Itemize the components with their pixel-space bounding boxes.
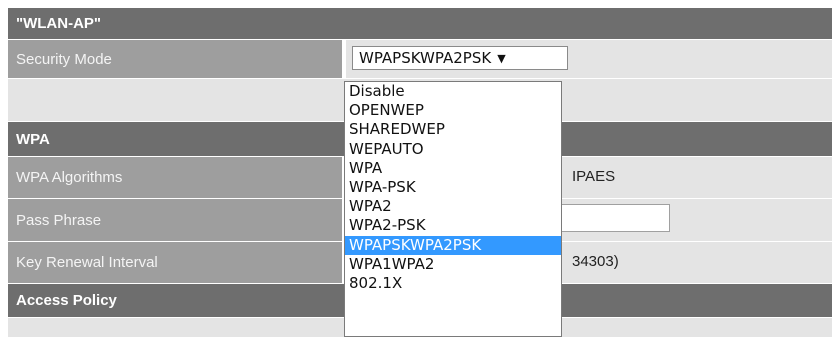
security-mode-dropdown-list: Disable OPENWEP SHAREDWEP WEPAUTO WPA WP…: [344, 81, 562, 337]
security-mode-label: Security Mode: [8, 40, 342, 78]
wlan-ap-title: "WLAN-AP": [16, 15, 102, 32]
option-wpa1wpa2[interactable]: WPA1WPA2: [345, 255, 561, 274]
option-wpa[interactable]: WPA: [345, 159, 561, 178]
option-disable[interactable]: Disable: [345, 82, 561, 101]
option-8021x[interactable]: 802.1X: [345, 274, 561, 293]
option-wepauto[interactable]: WEPAUTO: [345, 140, 561, 159]
option-wpa2[interactable]: WPA2: [345, 197, 561, 216]
chevron-down-icon: ▼: [497, 51, 506, 65]
option-wpa2-psk[interactable]: WPA2-PSK: [345, 216, 561, 235]
security-mode-select[interactable]: WPAPSKWPA2PSK ▼: [352, 46, 568, 70]
wpa-algorithms-label: WPA Algorithms: [8, 157, 342, 198]
key-renewal-label: Key Renewal Interval: [8, 242, 342, 283]
pass-phrase-label: Pass Phrase: [8, 199, 342, 241]
option-openwep[interactable]: OPENWEP: [345, 101, 561, 120]
security-mode-selected-value: WPAPSKWPA2PSK: [359, 49, 492, 67]
wlan-ap-header: "WLAN-AP": [8, 8, 832, 39]
key-renewal-partial-value: 34303): [572, 253, 619, 270]
wpa-algorithms-partial-value: IPAES: [572, 168, 616, 185]
pass-phrase-input[interactable]: [560, 204, 670, 232]
wpa-title: WPA: [16, 130, 50, 148]
access-policy-title: Access Policy: [16, 292, 117, 309]
option-wpa-psk[interactable]: WPA-PSK: [345, 178, 561, 197]
option-wpapskwpa2psk[interactable]: WPAPSKWPA2PSK: [345, 235, 561, 255]
option-sharedwep[interactable]: SHAREDWEP: [345, 120, 561, 139]
